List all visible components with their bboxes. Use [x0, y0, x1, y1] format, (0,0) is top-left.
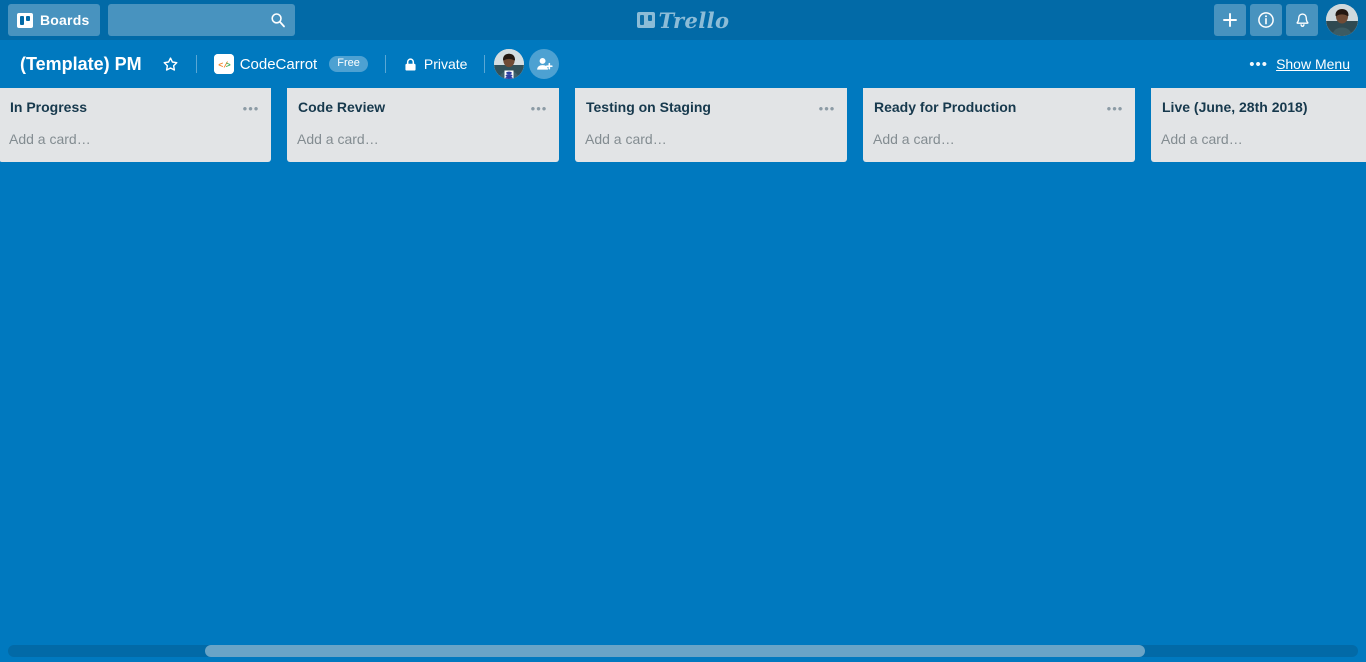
codecarrot-glyph: </ > [214, 54, 234, 74]
trello-board-icon [637, 12, 655, 28]
add-card-button[interactable]: Add a card… [575, 126, 847, 162]
list-title[interactable]: Live (June, 28th 2018) [1160, 98, 1366, 117]
team-button[interactable]: </ > CodeCarrot Free [206, 49, 376, 79]
show-menu-link[interactable]: Show Menu [1276, 56, 1350, 72]
board-visibility-label: Private [424, 56, 468, 72]
list-menu-button[interactable]: ••• [815, 98, 839, 118]
top-nav-actions [1214, 4, 1358, 36]
codecarrot-logo-icon: </ > [214, 54, 234, 74]
add-card-button[interactable]: Add a card… [863, 126, 1135, 162]
board-title[interactable]: (Template) PM [14, 49, 148, 79]
avatar-photo [494, 49, 524, 79]
list-menu-button[interactable]: ••• [1103, 98, 1127, 118]
scrollbar-thumb[interactable] [205, 645, 1145, 657]
person-add-icon [535, 55, 553, 73]
top-navigation-bar: Boards Trello [0, 0, 1366, 40]
list-menu-button[interactable]: ••• [239, 98, 263, 118]
list-header: Live (June, 28th 2018) ••• [1151, 88, 1366, 126]
plus-icon [1222, 12, 1238, 28]
boards-button-label: Boards [40, 13, 89, 27]
add-member-button[interactable] [529, 49, 559, 79]
star-board-button[interactable] [154, 49, 187, 79]
add-button[interactable] [1214, 4, 1246, 36]
board-canvas: In Progress ••• Add a card… Code Review … [0, 88, 1366, 662]
list-title[interactable]: In Progress [8, 98, 239, 117]
bell-icon [1294, 12, 1311, 29]
header-divider [196, 55, 197, 73]
lists-container: In Progress ••• Add a card… Code Review … [0, 88, 1366, 608]
header-divider [484, 55, 485, 73]
list-code-review: Code Review ••• Add a card… [287, 88, 559, 162]
list-title[interactable]: Ready for Production [872, 98, 1103, 117]
board-header-right: ••• Show Menu [1249, 56, 1354, 72]
list-live: Live (June, 28th 2018) ••• Add a card… [1151, 88, 1366, 162]
avatar-photo [1326, 4, 1358, 36]
trello-wordmark: Trello [659, 8, 730, 33]
board-header-bar: (Template) PM </ > CodeCarrot Free Priva… [0, 40, 1366, 88]
search-box[interactable] [108, 4, 295, 36]
boards-button[interactable]: Boards [8, 4, 100, 36]
list-header: In Progress ••• [0, 88, 271, 126]
avatar-badge [505, 71, 514, 80]
list-title[interactable]: Testing on Staging [584, 98, 815, 117]
list-title[interactable]: Code Review [296, 98, 527, 117]
star-outline-icon [162, 56, 179, 73]
list-header: Testing on Staging ••• [575, 88, 847, 126]
info-circle-icon [1257, 11, 1275, 29]
horizontal-scrollbar[interactable] [0, 640, 1366, 662]
search-input[interactable] [108, 4, 295, 36]
list-ready-for-production: Ready for Production ••• Add a card… [863, 88, 1135, 162]
add-card-button[interactable]: Add a card… [287, 126, 559, 162]
user-avatar[interactable] [1326, 4, 1358, 36]
header-divider [385, 55, 386, 73]
add-card-button[interactable]: Add a card… [0, 126, 271, 162]
board-member-avatar[interactable] [494, 49, 524, 79]
add-card-button[interactable]: Add a card… [1151, 126, 1366, 162]
info-button[interactable] [1250, 4, 1282, 36]
lock-icon [403, 57, 418, 72]
board-menu-dots[interactable]: ••• [1249, 57, 1268, 72]
plan-badge: Free [329, 56, 368, 72]
team-name: CodeCarrot [240, 56, 318, 73]
board-grid-icon [17, 13, 33, 28]
list-menu-button[interactable]: ••• [527, 98, 551, 118]
list-in-progress: In Progress ••• Add a card… [0, 88, 271, 162]
board-visibility-button[interactable]: Private [395, 49, 476, 79]
list-header: Code Review ••• [287, 88, 559, 126]
notifications-button[interactable] [1286, 4, 1318, 36]
list-header: Ready for Production ••• [863, 88, 1135, 126]
svg-text:>: > [225, 60, 230, 70]
list-testing-on-staging: Testing on Staging ••• Add a card… [575, 88, 847, 162]
